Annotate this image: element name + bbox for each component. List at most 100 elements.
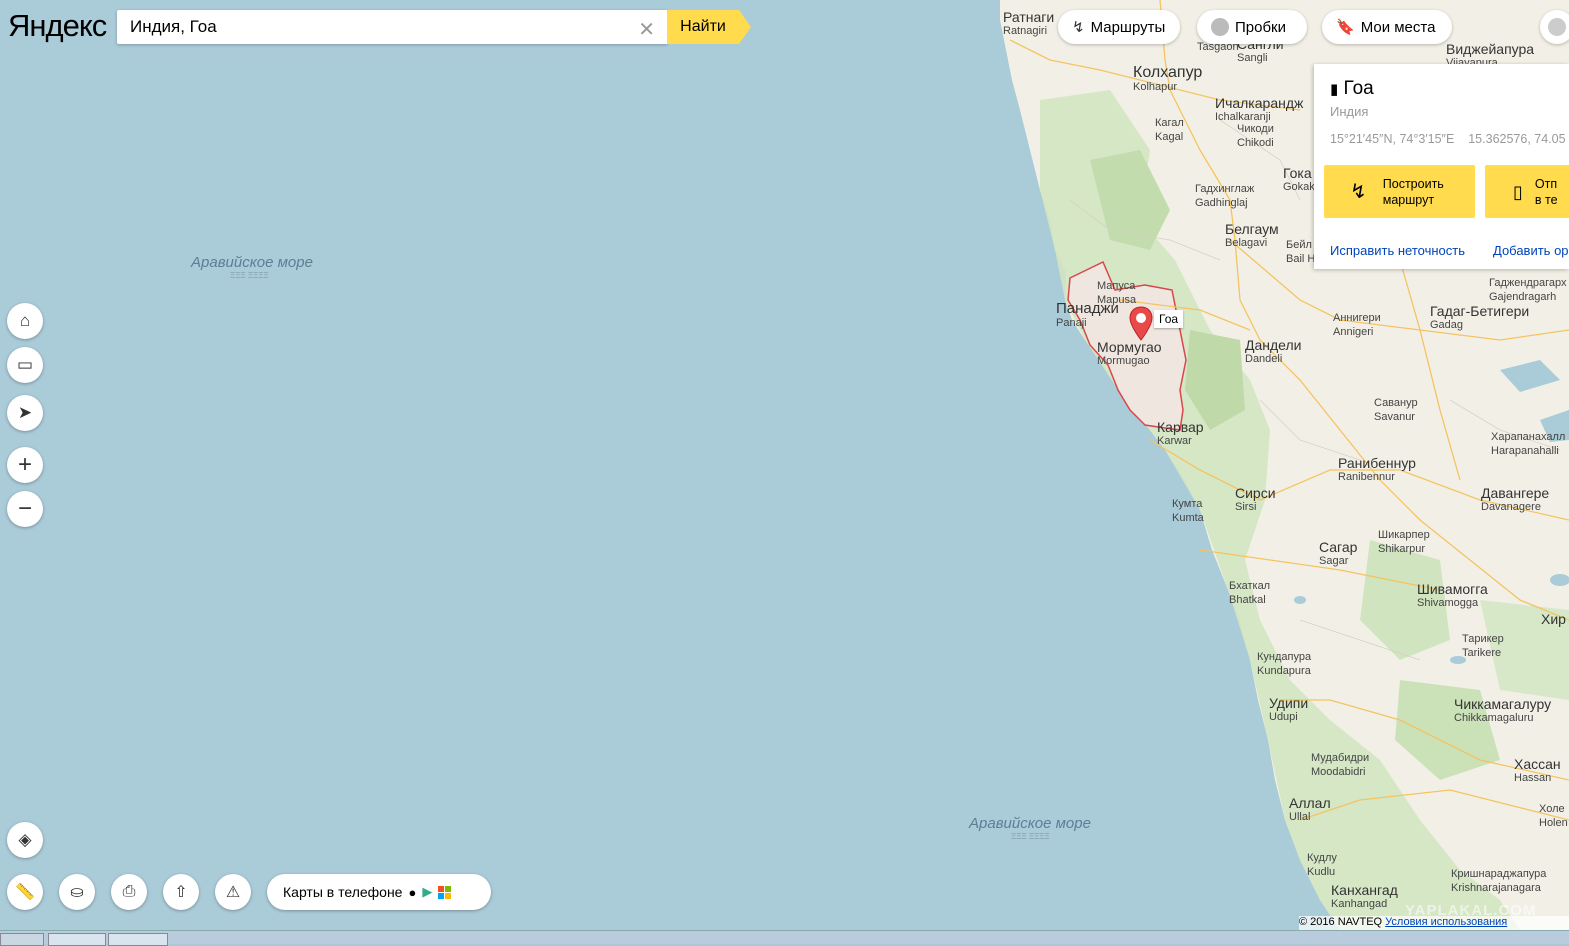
city-label[interactable]: Карвар Karwar [1157, 420, 1204, 448]
sea-label-sub: ΞΞΞ ΞΞΞΞ [1011, 832, 1050, 841]
ruler-button[interactable]: 📏 [7, 874, 43, 910]
city-label[interactable]: Давангере Davanagere [1481, 486, 1549, 514]
taskbar-app[interactable] [108, 933, 168, 946]
google-play-icon: ▶ [422, 884, 433, 899]
city-label[interactable]: Гаджендрагарх Gajendragarh [1489, 276, 1566, 304]
layers-icon: ◈ [18, 830, 32, 849]
geolocation-button[interactable]: ➤ [7, 395, 43, 431]
start-button[interactable] [0, 933, 44, 946]
place-card: ▮ Гоа Индия 15°21′45″N, 74°3′15″E 15.362… [1314, 64, 1569, 269]
work-button[interactable]: ▭ [7, 347, 43, 383]
city-label[interactable]: Кумта Kumta [1172, 497, 1204, 525]
traffic-icon [1211, 18, 1229, 36]
location-arrow-icon: ➤ [17, 403, 33, 422]
city-label[interactable]: Белгаум Belagavi [1225, 222, 1279, 250]
ruler-icon: 📏 [15, 884, 35, 901]
layers-button[interactable]: ◈ [7, 822, 43, 858]
home-button[interactable]: ⌂ [7, 303, 43, 339]
warning-icon: ⚠ [225, 884, 241, 901]
map-pin-icon[interactable] [1128, 306, 1154, 342]
city-label[interactable]: Сирси Sirsi [1235, 486, 1276, 514]
send-to-phone-button[interactable]: ▯ Отп в те [1485, 165, 1569, 218]
city-label[interactable]: Гадаг-Бетигери Gadag [1430, 304, 1529, 332]
home-icon: ⌂ [19, 311, 31, 330]
city-label[interactable]: Кагал Kagal [1155, 116, 1184, 144]
city-label[interactable]: Канхангад Kanhangad [1331, 883, 1398, 911]
minus-icon: − [17, 495, 32, 522]
bookmark-icon[interactable]: ▮ [1330, 81, 1338, 98]
share-button[interactable]: ⇧ [163, 874, 199, 910]
city-label[interactable]: Колхапур Kolhapur [1133, 65, 1202, 94]
windows-icon [438, 885, 452, 899]
report-error-button[interactable]: ⚠ [215, 874, 251, 910]
city-label[interactable]: Шикарпер Shikarpur [1378, 528, 1430, 556]
city-label[interactable]: Аллал Ullal [1289, 796, 1331, 824]
city-label[interactable]: Харапанахалл Harapanahalli [1491, 430, 1565, 458]
traffic-button[interactable]: Пробки [1197, 10, 1307, 44]
zoom-in-button[interactable]: + [7, 447, 43, 483]
bookmark-icon: 🔖 [1336, 19, 1355, 36]
user-icon [1548, 18, 1566, 36]
apple-icon: ● [408, 884, 417, 900]
routes-button[interactable]: ↯ Маршруты [1058, 10, 1180, 44]
close-icon[interactable]: ✕ [638, 17, 655, 42]
card-title: ▮ Гоа [1330, 78, 1374, 99]
binoculars-icon: ⛀ [70, 884, 84, 901]
city-label[interactable]: Ичалкарандж Ichalkaranji [1215, 96, 1303, 124]
phone-icon: ▯ [1513, 181, 1523, 202]
city-label[interactable]: Чикоди Chikodi [1237, 122, 1274, 150]
taskbar-app[interactable] [48, 933, 106, 946]
search-input[interactable] [117, 10, 630, 44]
panorama-button[interactable]: ⛀ [59, 874, 95, 910]
city-label[interactable]: Панаджи Panaji [1056, 301, 1119, 330]
city-label[interactable]: Шивамогга Shivamogga [1417, 582, 1488, 610]
city-label[interactable]: Хир [1541, 612, 1566, 626]
city-label[interactable]: Бхаткал Bhatkal [1229, 579, 1270, 607]
add-organization-link[interactable]: Добавить ор [1493, 243, 1569, 258]
city-label[interactable]: Ратнаги Ratnagiri [1003, 10, 1054, 38]
terms-link[interactable]: Условия использования [1385, 916, 1507, 928]
fix-inaccuracy-link[interactable]: Исправить неточность [1330, 243, 1465, 258]
city-label[interactable]: Кундапура Kundapura [1257, 650, 1311, 678]
city-label[interactable]: Кудлу Kudlu [1307, 851, 1337, 879]
city-label[interactable]: Холе Holen [1539, 802, 1568, 830]
city-label[interactable]: Удипи Udupi [1269, 696, 1308, 724]
city-label[interactable]: Сагар Sagar [1319, 540, 1357, 568]
city-label[interactable]: Чиккамагалуру Chikkamagaluru [1454, 697, 1551, 725]
search-button[interactable]: Найти [667, 10, 751, 44]
city-label[interactable]: Ранибеннур Ranibennur [1338, 456, 1416, 484]
maps-in-phone-button[interactable]: Карты в телефоне ● ▶ [267, 874, 491, 910]
city-label[interactable]: Бейл Bail H [1286, 238, 1315, 266]
search-box: ✕ [117, 10, 667, 44]
avatar[interactable] [1540, 10, 1569, 44]
city-label[interactable]: Аннигери Annigeri [1333, 311, 1381, 339]
route-icon: ↯ [1072, 19, 1085, 36]
city-label[interactable]: Гадхинглаж Gadhinglaj [1195, 182, 1254, 210]
print-button[interactable]: ⎙ [111, 874, 147, 910]
card-coordinates: 15°21′45″N, 74°3′15″E 15.362576, 74.05 [1330, 132, 1566, 146]
zoom-out-button[interactable]: − [7, 491, 43, 527]
briefcase-icon: ▭ [16, 355, 34, 374]
printer-icon: ⎙ [122, 883, 136, 900]
yandex-logo[interactable]: Яндекс [8, 8, 107, 44]
sea-label: Аравийское море [191, 254, 313, 271]
my-places-button[interactable]: 🔖 Мои места [1322, 10, 1452, 44]
sea-label-sub: ΞΞΞ ΞΞΞΞ [230, 271, 269, 280]
city-label[interactable]: Кришнараджапура Krishnarajanagara [1451, 867, 1546, 895]
copyright: © 2016 NAVTEQ Условия использования [1299, 916, 1569, 930]
share-icon: ⇧ [174, 884, 188, 901]
city-label[interactable]: Хассан Hassan [1514, 757, 1561, 785]
sea-label: Аравийское море [969, 815, 1091, 832]
city-label[interactable]: Дандели Dandeli [1245, 338, 1301, 366]
city-label[interactable]: Мормугао Mormugao [1097, 340, 1162, 368]
build-route-button[interactable]: ↯ Построить маршрут [1324, 165, 1475, 218]
city-label[interactable]: Тарикер Tarikere [1462, 632, 1504, 660]
route-icon: ↯ [1350, 180, 1367, 203]
taskbar [0, 930, 1569, 946]
city-label[interactable]: Саванур Savanur [1374, 396, 1418, 424]
marker-label[interactable]: Гоа [1154, 310, 1184, 328]
city-label[interactable]: Гока Gokak [1283, 166, 1315, 194]
plus-icon: + [17, 451, 32, 478]
card-subtitle: Индия [1330, 104, 1369, 119]
city-label[interactable]: Мудабидри Moodabidri [1311, 751, 1369, 779]
